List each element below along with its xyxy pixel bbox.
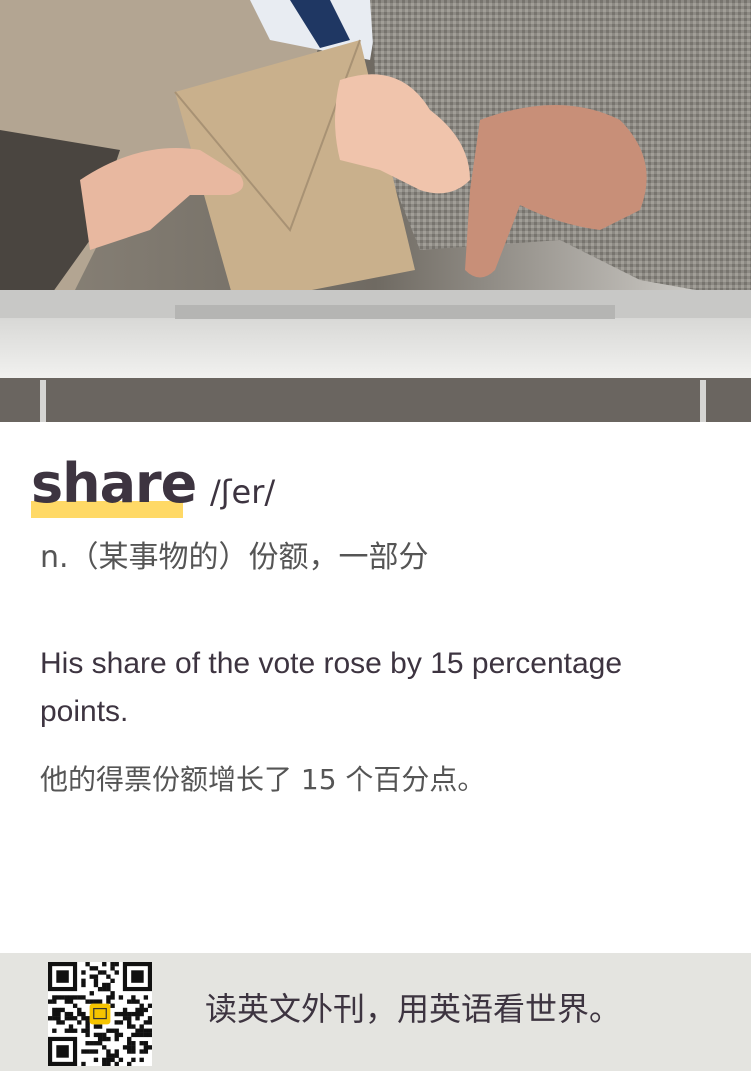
- qr-code-image: [48, 962, 152, 1066]
- example-sentence-chinese: 他的得票份额增长了 15 个百分点。: [40, 763, 486, 796]
- hero-photo-ballot-box: [0, 0, 751, 422]
- qr-logo-icon: [89, 1003, 111, 1025]
- phonetic-transcription: /ʃer/: [210, 473, 276, 511]
- headword: share: [31, 452, 197, 515]
- qr-code[interactable]: [48, 962, 152, 1066]
- headword-block: share: [31, 452, 197, 522]
- hero-photo-illustration: [0, 0, 751, 422]
- footer-banner: 读英文外刊，用英语看世界。: [0, 953, 751, 1071]
- definition: n.（某事物的）份额，一部分: [40, 540, 429, 575]
- example-sentence-english: His share of the vote rose by 15 percent…: [40, 647, 623, 728]
- footer-slogan: 读英文外刊，用英语看世界。: [205, 990, 622, 1028]
